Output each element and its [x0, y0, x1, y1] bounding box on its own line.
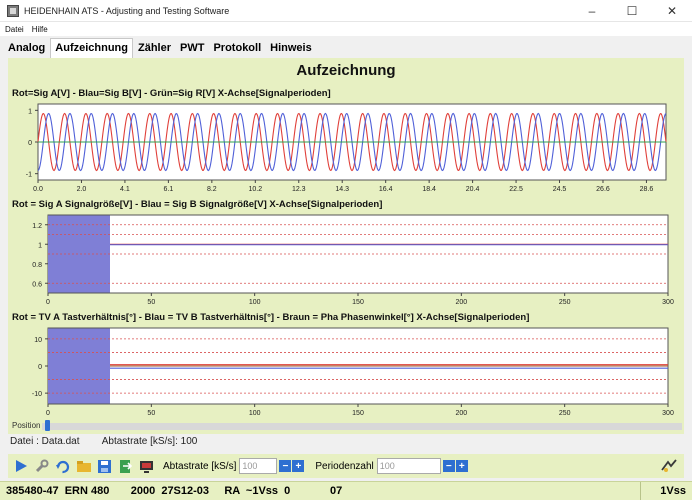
file-name: Datei : Data.dat: [10, 436, 80, 447]
y-tick-label: -1: [26, 172, 32, 179]
period-count-input[interactable]: 100: [376, 458, 441, 474]
sample-rate-label: Abtastrate [kS/s]: [163, 460, 237, 472]
tab-bar: Analog Aufzeichnung Zähler PWT Protokoll…: [0, 36, 692, 58]
y-tick-label: 10: [34, 337, 42, 344]
x-tick-label: 18.4: [422, 186, 436, 193]
period-count-label: Periodenzahl: [315, 460, 374, 472]
close-button[interactable]: ✕: [652, 0, 692, 22]
monitor-icon[interactable]: [138, 458, 155, 475]
tools-icon[interactable]: [33, 458, 50, 475]
y-tick-label: -10: [32, 391, 42, 398]
sample-rate-stepper: − +: [279, 460, 305, 472]
save-icon[interactable]: [96, 458, 113, 475]
sample-rate-info: Abtastrate [kS/s]: 100: [101, 436, 198, 447]
signal-type: 1Vss: [660, 485, 686, 497]
x-tick-label: 100: [249, 299, 261, 306]
app-icon: [7, 4, 19, 17]
x-tick-label: 150: [352, 299, 364, 306]
sample-rate-increment-button[interactable]: +: [292, 460, 305, 472]
y-tick-label: 0: [38, 364, 42, 371]
x-tick-label: 12.3: [292, 186, 306, 193]
page-title: Aufzeichnung: [296, 62, 396, 79]
x-tick-label: 0: [46, 299, 50, 306]
tab-analog[interactable]: Analog: [4, 39, 49, 58]
file-info: Datei : Data.dat Abtastrate [kS/s]: 100: [10, 436, 217, 447]
x-tick-label: 28.6: [640, 186, 654, 193]
maximize-button[interactable]: ☐: [612, 0, 652, 22]
position-label: Position: [12, 421, 41, 430]
x-tick-label: 16.4: [379, 186, 393, 193]
export-icon[interactable]: [117, 458, 134, 475]
y-tick-label: 1: [38, 242, 42, 249]
device-info: 385480-47 ERN 480 2000 27S12-03 RA ~1Vss…: [6, 485, 343, 497]
x-tick-label: 50: [147, 410, 155, 417]
y-tick-label: 1.2: [32, 223, 42, 230]
refresh-icon[interactable]: [54, 458, 71, 475]
position-slider-row: Position: [8, 420, 684, 432]
x-tick-label: 50: [147, 299, 155, 306]
tab-pwt[interactable]: PWT: [176, 39, 208, 58]
tab-zaehler[interactable]: Zähler: [134, 39, 175, 58]
x-tick-label: 200: [455, 299, 467, 306]
sample-rate-input[interactable]: 100: [239, 458, 278, 474]
title-bar: HEIDENHAIN ATS - Adjusting and Testing S…: [0, 0, 692, 22]
x-tick-label: 20.4: [466, 186, 480, 193]
y-tick-label: 0.6: [32, 281, 42, 288]
menu-hilfe[interactable]: Hilfe: [32, 25, 48, 34]
x-tick-label: 14.3: [335, 186, 349, 193]
tab-protokoll[interactable]: Protokoll: [209, 39, 265, 58]
x-tick-label: 0: [46, 410, 50, 417]
x-tick-label: 300: [662, 410, 674, 417]
x-tick-label: 150: [352, 410, 364, 417]
shaded-region: [48, 328, 110, 404]
window-controls: – ☐ ✕: [572, 0, 692, 22]
x-tick-label: 6.1: [164, 186, 174, 193]
x-tick-label: 8.2: [207, 186, 217, 193]
x-tick-label: 300: [662, 299, 674, 306]
status-separator: [640, 482, 641, 500]
period-count-decrement-button[interactable]: −: [442, 460, 455, 472]
status-bar: 385480-47 ERN 480 2000 27S12-03 RA ~1Vss…: [0, 481, 692, 500]
duty-phase-chart: 100-100 50 100 150 200 250 300: [8, 324, 684, 418]
menu-bar: Datei Hilfe: [0, 22, 692, 36]
signal-chart: 1 0 -10.0 2.0 4.1 6.1 8.2 10.2 12.3 14.3 16.4 18.4 2…: [8, 100, 684, 196]
x-tick-label: 24.5: [553, 186, 567, 193]
x-tick-label: 4.1: [120, 186, 130, 193]
y-tick-label: 0.8: [32, 262, 42, 269]
chart1-title: Rot=Sig A[V] - Blau=Sig B[V] - Grün=Sig …: [12, 88, 331, 99]
x-tick-label: 0.0: [33, 186, 43, 193]
x-tick-label: 100: [249, 410, 261, 417]
chart2-title: Rot = Sig A Signalgröße[V] - Blau = Sig …: [12, 199, 383, 210]
x-tick-label: 22.5: [509, 186, 523, 193]
x-tick-label: 10.2: [248, 186, 262, 193]
y-tick-label: 1: [28, 108, 32, 115]
period-count-stepper: − +: [442, 460, 469, 472]
chart3-title: Rot = TV A Tastverhältnis[°] - Blau = TV…: [12, 312, 530, 323]
x-tick-label: 2.0: [77, 186, 87, 193]
minimize-button[interactable]: –: [572, 0, 612, 22]
x-tick-label: 26.6: [596, 186, 610, 193]
play-icon[interactable]: [12, 458, 29, 475]
folder-icon[interactable]: [75, 458, 92, 475]
tab-aufzeichnung[interactable]: Aufzeichnung: [50, 38, 133, 58]
window-title: HEIDENHAIN ATS - Adjusting and Testing S…: [24, 5, 230, 16]
help-icon[interactable]: [660, 457, 678, 475]
tab-hinweis[interactable]: Hinweis: [266, 39, 316, 58]
x-tick-label: 250: [559, 410, 571, 417]
x-tick-label: 200: [455, 410, 467, 417]
amplitude-chart: 1.2 1 0.8 0.6 0 50 100 150 200 250 300: [8, 211, 684, 309]
y-tick-label: 0: [28, 140, 32, 147]
period-count-increment-button[interactable]: +: [455, 460, 468, 472]
menu-datei[interactable]: Datei: [5, 25, 24, 34]
x-tick-label: 250: [559, 299, 571, 306]
sample-rate-decrement-button[interactable]: −: [279, 460, 292, 472]
position-slider-thumb[interactable]: [45, 420, 50, 431]
position-slider[interactable]: [42, 423, 682, 430]
toolbar: Abtastrate [kS/s] 100 − + Periodenzahl 1…: [8, 454, 684, 478]
